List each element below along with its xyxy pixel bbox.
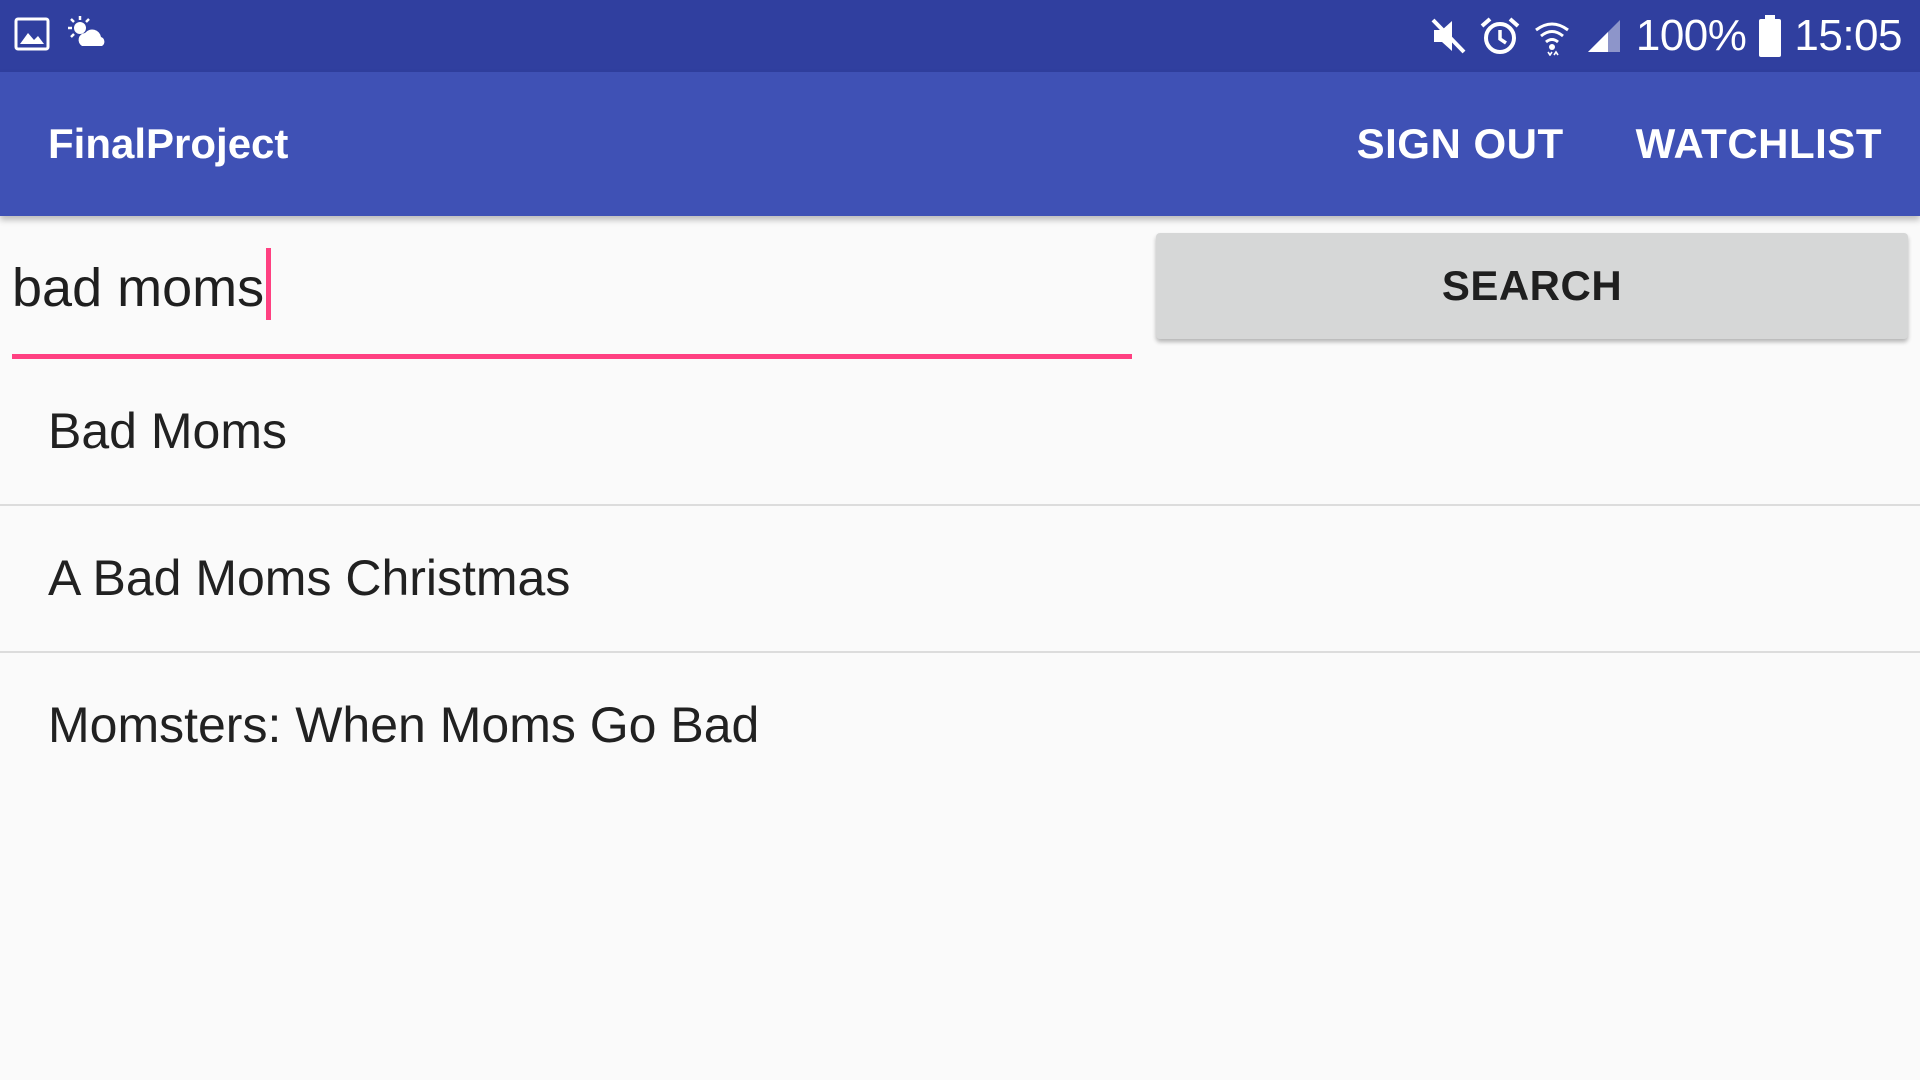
search-button[interactable]: SEARCH [1156,233,1908,339]
alarm-icon [1480,16,1520,56]
app-title: FinalProject [48,120,289,167]
watchlist-button[interactable]: WATCHLIST [1636,120,1882,168]
list-item[interactable]: Momsters: When Moms Go Bad [0,653,1920,798]
search-row: bad moms SEARCH [0,216,1920,359]
muted-icon [1430,16,1468,56]
status-bar-right: 100% 15:05 [1430,0,1902,72]
app-bar-actions: SIGN OUT WATCHLIST [1357,72,1882,216]
text-cursor [266,248,272,320]
partly-cloudy-icon [68,16,108,52]
battery-percent: 100% [1635,11,1747,60]
app-bar: FinalProject SIGN OUT WATCHLIST [0,72,1920,216]
wifi-icon [1532,16,1572,56]
search-input-value: bad moms [12,258,265,318]
list-item[interactable]: A Bad Moms Christmas [0,506,1920,653]
status-time: 15:05 [1794,11,1902,60]
list-item-title: Momsters: When Moms Go Bad [48,697,760,753]
sign-out-button[interactable]: SIGN OUT [1357,120,1564,168]
list-item-title: Bad Moms [48,403,287,459]
list-item[interactable]: Bad Moms [0,359,1920,506]
status-bar: 100% 15:05 [0,0,1920,72]
gallery-icon [14,16,50,52]
status-bar-left [14,16,108,52]
search-input[interactable]: bad moms [12,246,1132,359]
signal-icon [1584,16,1624,56]
battery-icon [1758,15,1782,57]
results-list: Bad Moms A Bad Moms Christmas Momsters: … [0,359,1920,798]
list-item-title: A Bad Moms Christmas [48,550,571,606]
